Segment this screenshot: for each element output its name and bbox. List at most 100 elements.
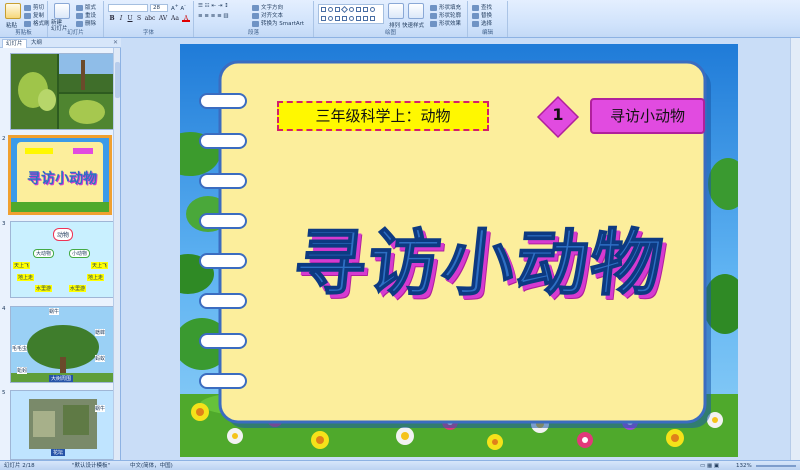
reset-icon xyxy=(76,12,83,19)
thumb4-label: 蚯蚓 xyxy=(17,367,28,374)
thumb4-label: 蟋蟀 xyxy=(95,329,106,336)
shape-outline-button[interactable]: 形状轮廓 xyxy=(430,11,461,19)
font-color-button[interactable]: A xyxy=(182,15,190,22)
theme-name[interactable]: "默认设计模板" xyxy=(72,461,110,470)
select-button[interactable]: 选择 xyxy=(472,19,492,27)
spacing-button[interactable]: AV xyxy=(158,15,168,22)
close-icon[interactable]: ✕ xyxy=(113,39,118,46)
layout-icon xyxy=(76,4,83,11)
tab-outline[interactable]: 大纲 xyxy=(28,39,45,48)
lesson-label[interactable]: 寻访小动物 xyxy=(590,98,705,134)
ribbon: 粘贴 剪切 复制 格式刷 剪贴板 新建 幻灯片 版式 重设 删除 幻灯片 28 … xyxy=(0,0,800,38)
outline-icon xyxy=(430,12,437,19)
text-direction-icon xyxy=(252,4,259,11)
clipboard-group: 粘贴 剪切 复制 格式刷 剪贴板 xyxy=(0,1,50,37)
align-text-button[interactable]: 对齐文本 xyxy=(252,11,283,19)
paste-button[interactable] xyxy=(5,3,21,19)
cut-button[interactable]: 剪切 xyxy=(24,3,44,11)
zoom-level[interactable]: 132% xyxy=(736,461,752,470)
bullets-button[interactable]: ☰ ☷ ⇤ ⇥ ↕ xyxy=(198,3,229,9)
bold-button[interactable]: B xyxy=(108,15,116,22)
underline-button[interactable]: U xyxy=(126,15,134,22)
change-case-button[interactable]: Aa xyxy=(170,15,180,22)
layout-button[interactable]: 版式 xyxy=(76,3,96,11)
italic-button[interactable]: I xyxy=(117,15,125,22)
thumb3-center: 动物 xyxy=(53,228,74,241)
view-buttons[interactable]: ▭ ▦ ▣ xyxy=(700,461,719,470)
drawing-group: 排列 快速样式 形状填充 形状轮廓 形状效果 绘图 xyxy=(314,1,468,37)
brush-icon xyxy=(24,20,31,27)
thumb3-node: 水里游 xyxy=(35,285,53,292)
thumb3-node: 天上飞 xyxy=(91,262,109,269)
clipboard-group-label: 剪贴板 xyxy=(15,30,32,36)
effects-icon xyxy=(430,20,437,27)
reset-button[interactable]: 重设 xyxy=(76,11,96,19)
tab-slides[interactable]: 幻灯片 xyxy=(2,39,27,48)
copy-icon xyxy=(24,12,31,19)
delete-button[interactable]: 删除 xyxy=(76,19,96,27)
strikethrough-button[interactable]: S xyxy=(135,15,143,22)
thumb4-label: 毛毛虫 xyxy=(12,345,28,352)
slide-canvas[interactable]: 三年级科学上：动物 1 寻访小动物 寻访小动物 xyxy=(180,44,738,457)
thumb3-node: 天上飞 xyxy=(13,262,31,269)
binoculars-icon xyxy=(472,4,479,11)
font-group: 28 A+ A- B I U S abc AV Aa A 字体 xyxy=(104,1,194,37)
shadow-button[interactable]: abc xyxy=(144,15,156,22)
text-direction-button[interactable]: 文字方向 xyxy=(252,3,283,11)
editor-scrollbar[interactable] xyxy=(790,38,800,460)
arrange-button[interactable] xyxy=(388,3,404,19)
font-name-combo[interactable] xyxy=(108,4,148,12)
thumb2-title: 寻访小动物 xyxy=(27,171,97,187)
font-group-label: 字体 xyxy=(142,30,154,36)
slide-counter: 幻灯片 2/18 xyxy=(4,463,35,469)
slide-number-5: 5 xyxy=(2,390,6,396)
editing-group: 查找 替换 选择 编辑 xyxy=(468,1,508,37)
slide-thumbnail-3[interactable]: 动物 大动物 小动物 天上飞 地上走 水里游 天上飞 地上走 水里游 xyxy=(10,221,114,298)
slide-thumbnail-2[interactable]: 寻访小动物 xyxy=(8,135,112,215)
copy-button[interactable]: 复制 xyxy=(24,11,44,19)
shape-effects-button[interactable]: 形状效果 xyxy=(430,19,461,27)
font-size-combo[interactable]: 28 xyxy=(150,4,168,12)
thumb3-node: 水里游 xyxy=(69,285,87,292)
slide-number-4: 4 xyxy=(2,306,6,312)
shapes-gallery[interactable] xyxy=(318,4,384,24)
smartart-button[interactable]: 转换为 SmartArt xyxy=(252,19,304,27)
slide-thumbnail-5[interactable]: 蜗牛 花坛 xyxy=(10,390,114,460)
panel-scroll-thumb[interactable] xyxy=(115,62,120,98)
editing-group-label: 编辑 xyxy=(481,30,493,36)
paragraph-group: ☰ ☷ ⇤ ⇥ ↕ ≡ ≡ ≡ ≡ ▥ 文字方向 对齐文本 转换为 SmartA… xyxy=(194,1,314,37)
paragraph-group-label: 段落 xyxy=(247,30,259,36)
thumb3-node: 地上走 xyxy=(87,274,105,281)
panel-scrollbar[interactable] xyxy=(113,48,120,460)
slides-group-label: 幻灯片 xyxy=(67,30,84,36)
smartart-icon xyxy=(252,20,259,27)
status-bar: 幻灯片 2/18 "默认设计模板" 中文(简体，中国) ▭ ▦ ▣ 132% xyxy=(0,460,800,470)
fill-icon xyxy=(430,4,437,11)
panel-tabs: 幻灯片 大纲 ✕ xyxy=(0,38,121,48)
slide-thumbnail-1[interactable] xyxy=(10,53,114,130)
format-painter-button[interactable]: 格式刷 xyxy=(24,19,50,27)
scissors-icon xyxy=(24,4,31,11)
delete-icon xyxy=(76,20,83,27)
slide-editor: 三年级科学上：动物 1 寻访小动物 寻访小动物 xyxy=(121,38,800,460)
grow-font-button[interactable]: A+ A- xyxy=(171,4,186,12)
cursor-icon xyxy=(472,20,479,27)
replace-icon xyxy=(472,12,479,19)
subtitle-box[interactable]: 三年级科学上：动物 xyxy=(277,101,489,131)
find-button[interactable]: 查找 xyxy=(472,3,492,11)
align-buttons[interactable]: ≡ ≡ ≡ ≡ ▥ xyxy=(198,13,229,19)
replace-button[interactable]: 替换 xyxy=(472,11,492,19)
language-indicator[interactable]: 中文(简体，中国) xyxy=(130,461,173,470)
slide-number-3: 3 xyxy=(2,221,6,227)
shape-fill-button[interactable]: 形状填充 xyxy=(430,3,461,11)
zoom-slider[interactable] xyxy=(756,465,796,467)
slide-thumbnail-4[interactable]: 蜗牛 毛毛虫 蟋蟀 蚂蚁 蚯蚓 大树周围 xyxy=(10,306,114,383)
new-slide-button[interactable] xyxy=(54,3,70,19)
lesson-number: 1 xyxy=(552,105,564,124)
slide-title[interactable]: 寻访小动物 xyxy=(274,204,685,309)
thumb1-art xyxy=(11,54,113,129)
thumb5-label: 花坛 xyxy=(51,449,66,456)
thumb4-label: 蜗牛 xyxy=(49,308,60,315)
thumb5-label: 蜗牛 xyxy=(95,405,106,412)
quick-styles-button[interactable] xyxy=(408,3,424,19)
